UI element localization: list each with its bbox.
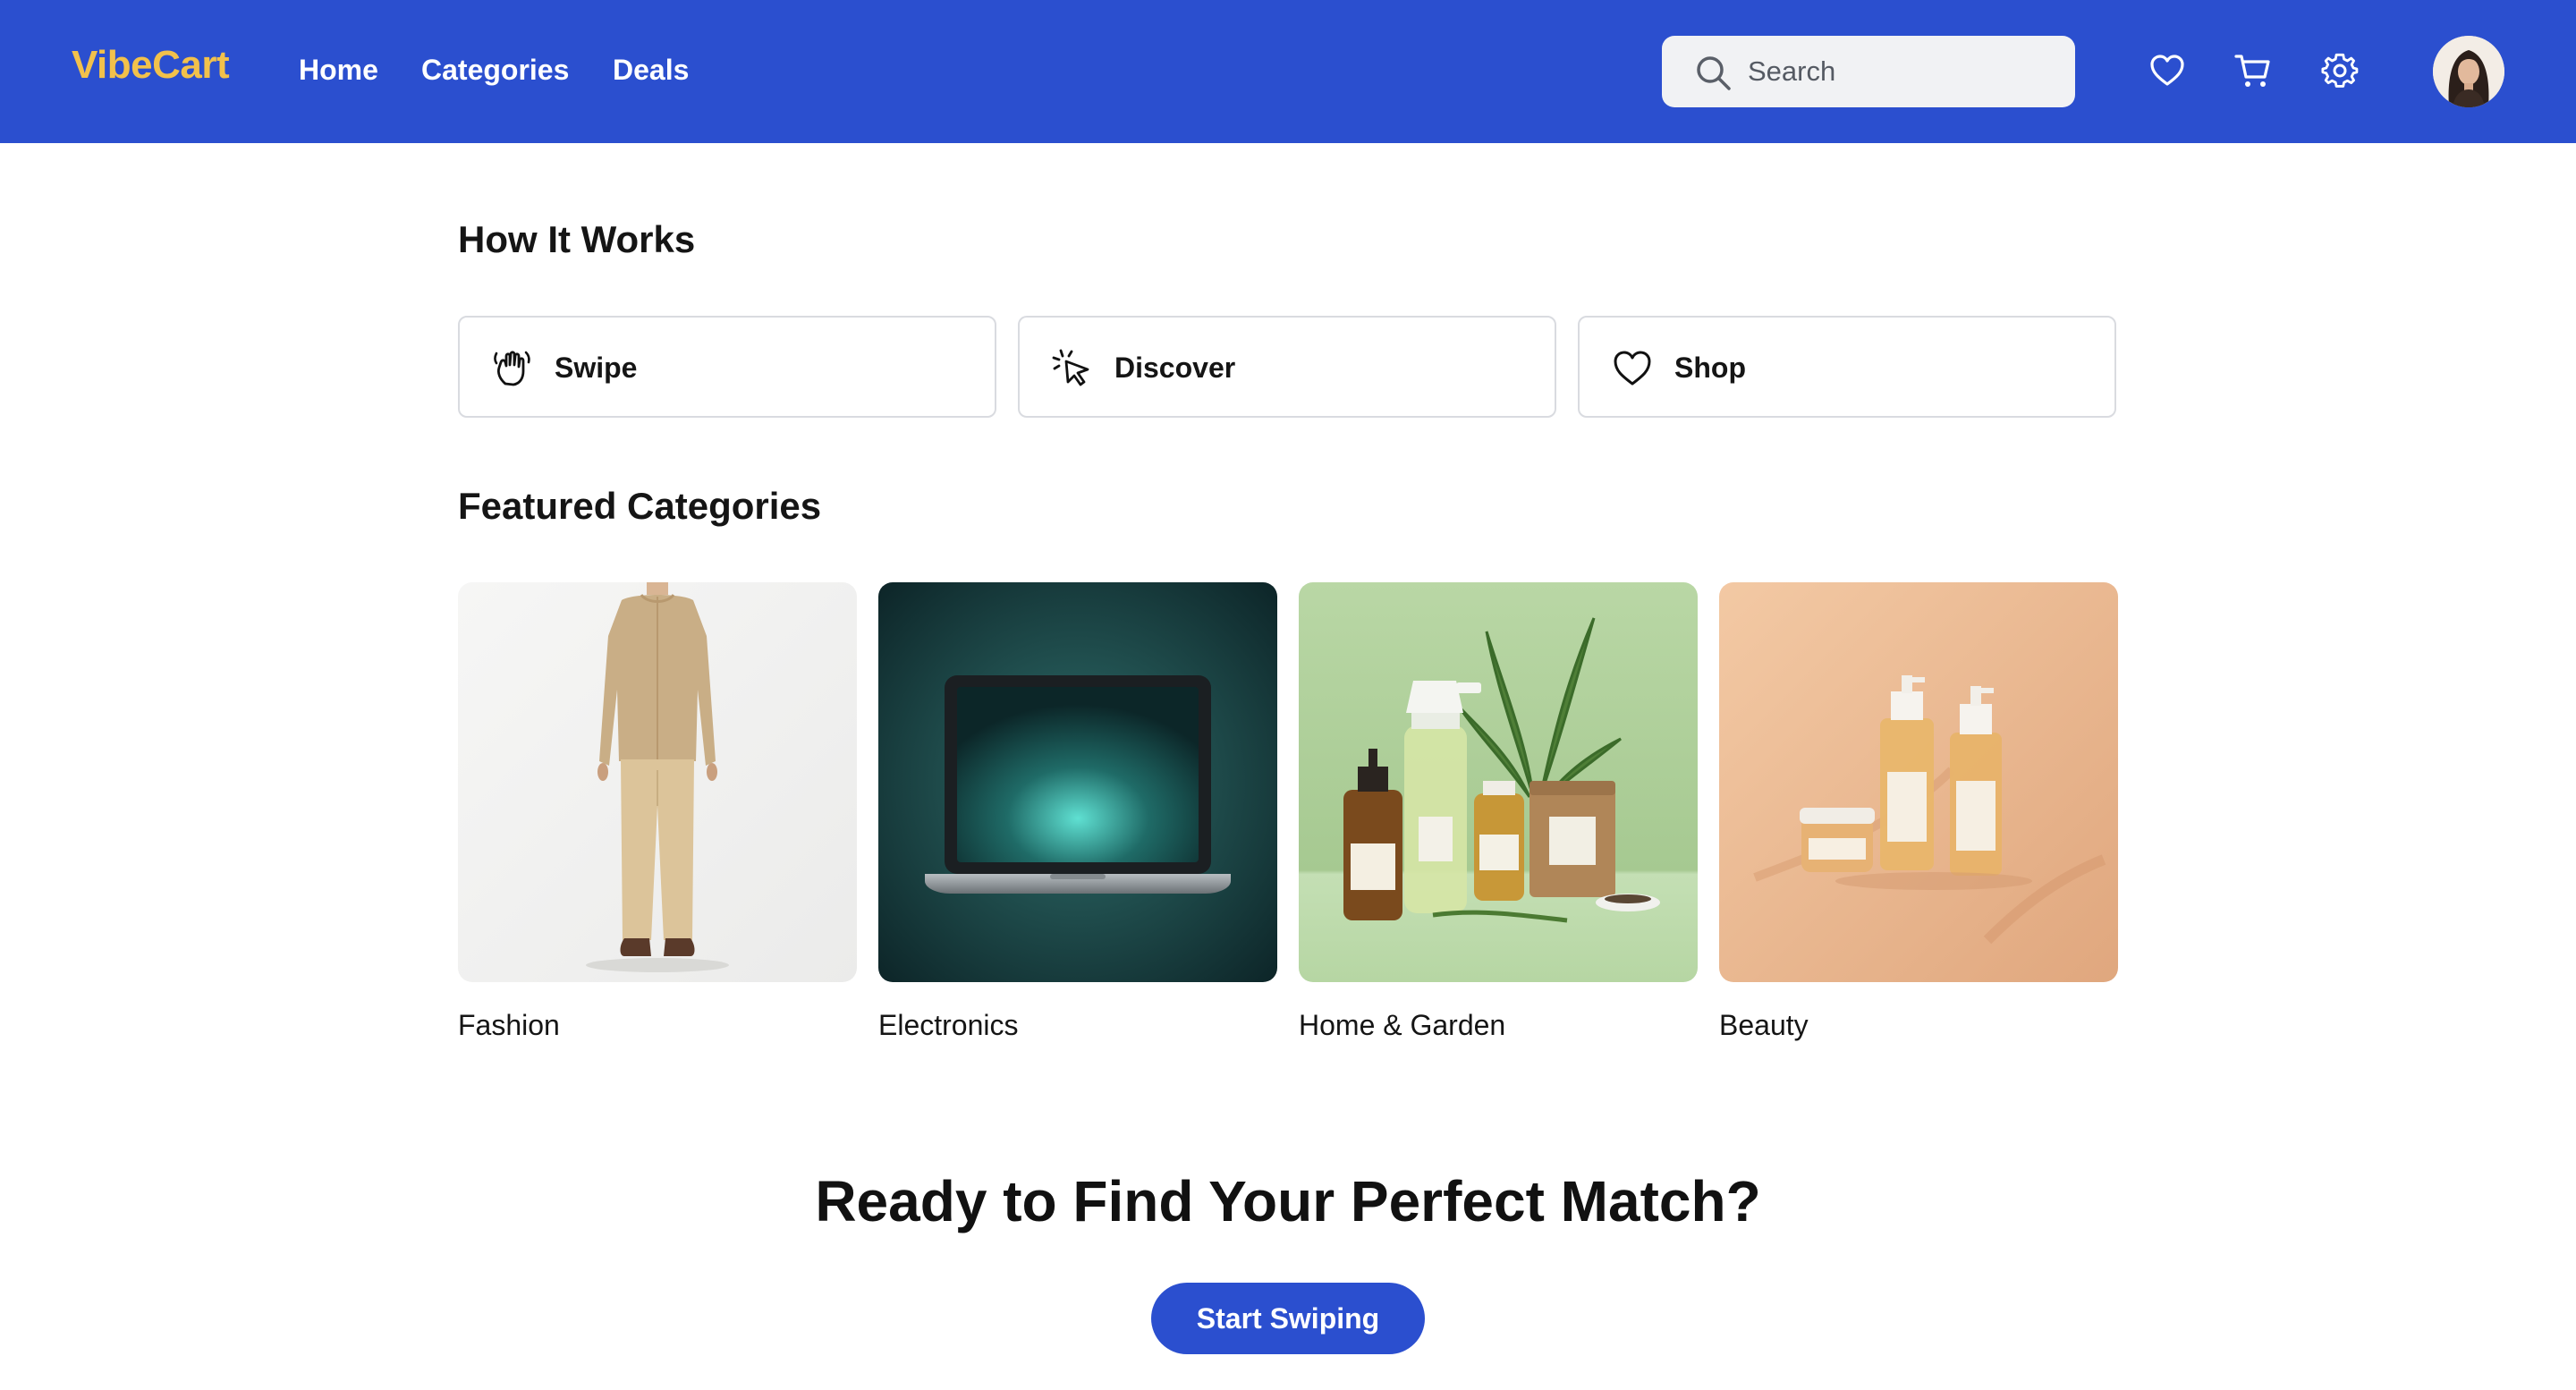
step-card-swipe[interactable]: Swipe bbox=[458, 316, 996, 418]
brand-logo[interactable]: VibeCart bbox=[72, 43, 230, 88]
search-input[interactable] bbox=[1748, 52, 2052, 91]
how-it-works-title: How It Works bbox=[458, 218, 696, 260]
category-label-home-garden[interactable]: Home & Garden bbox=[1299, 1009, 1505, 1042]
category-label-electronics[interactable]: Electronics bbox=[878, 1009, 1019, 1042]
nav-link-categories[interactable]: Categories bbox=[421, 54, 569, 87]
category-tile-electronics[interactable] bbox=[878, 582, 1277, 982]
gear-icon[interactable] bbox=[2321, 52, 2359, 89]
step-card-discover[interactable]: Discover bbox=[1018, 316, 1556, 418]
step-label-swipe: Swipe bbox=[555, 352, 638, 384]
nav-link-home[interactable]: Home bbox=[299, 54, 378, 87]
avatar-portrait-image bbox=[2433, 36, 2504, 107]
heart-icon[interactable] bbox=[2148, 52, 2186, 89]
swipe-hand-icon bbox=[494, 351, 530, 386]
nav-link-deals[interactable]: Deals bbox=[613, 54, 689, 87]
fashion-category-image bbox=[458, 582, 857, 982]
featured-categories-title: Featured Categories bbox=[458, 485, 822, 527]
category-tile-fashion[interactable] bbox=[458, 582, 857, 982]
category-tile-home-garden[interactable] bbox=[1299, 582, 1698, 982]
step-card-shop[interactable]: Shop bbox=[1578, 316, 2116, 418]
cta-heading: Ready to Find Your Perfect Match? bbox=[815, 1169, 1761, 1233]
search-box[interactable] bbox=[1662, 36, 2075, 107]
home-garden-category-image bbox=[1299, 582, 1698, 982]
search-icon bbox=[1697, 56, 1731, 90]
category-label-beauty[interactable]: Beauty bbox=[1719, 1009, 1809, 1042]
cart-icon[interactable] bbox=[2234, 52, 2272, 89]
heart-icon bbox=[1614, 351, 1651, 386]
beauty-category-image bbox=[1719, 582, 2118, 982]
cursor-click-icon bbox=[1052, 349, 1089, 386]
category-tile-beauty[interactable] bbox=[1719, 582, 2118, 982]
start-swiping-button[interactable]: Start Swiping bbox=[1151, 1283, 1425, 1354]
user-avatar[interactable] bbox=[2433, 36, 2504, 107]
category-label-fashion[interactable]: Fashion bbox=[458, 1009, 560, 1042]
step-label-discover: Discover bbox=[1114, 352, 1236, 384]
top-navbar: VibeCart Home Categories Deals bbox=[0, 0, 2576, 143]
step-label-shop: Shop bbox=[1674, 352, 1746, 384]
electronics-category-image bbox=[878, 582, 1277, 982]
